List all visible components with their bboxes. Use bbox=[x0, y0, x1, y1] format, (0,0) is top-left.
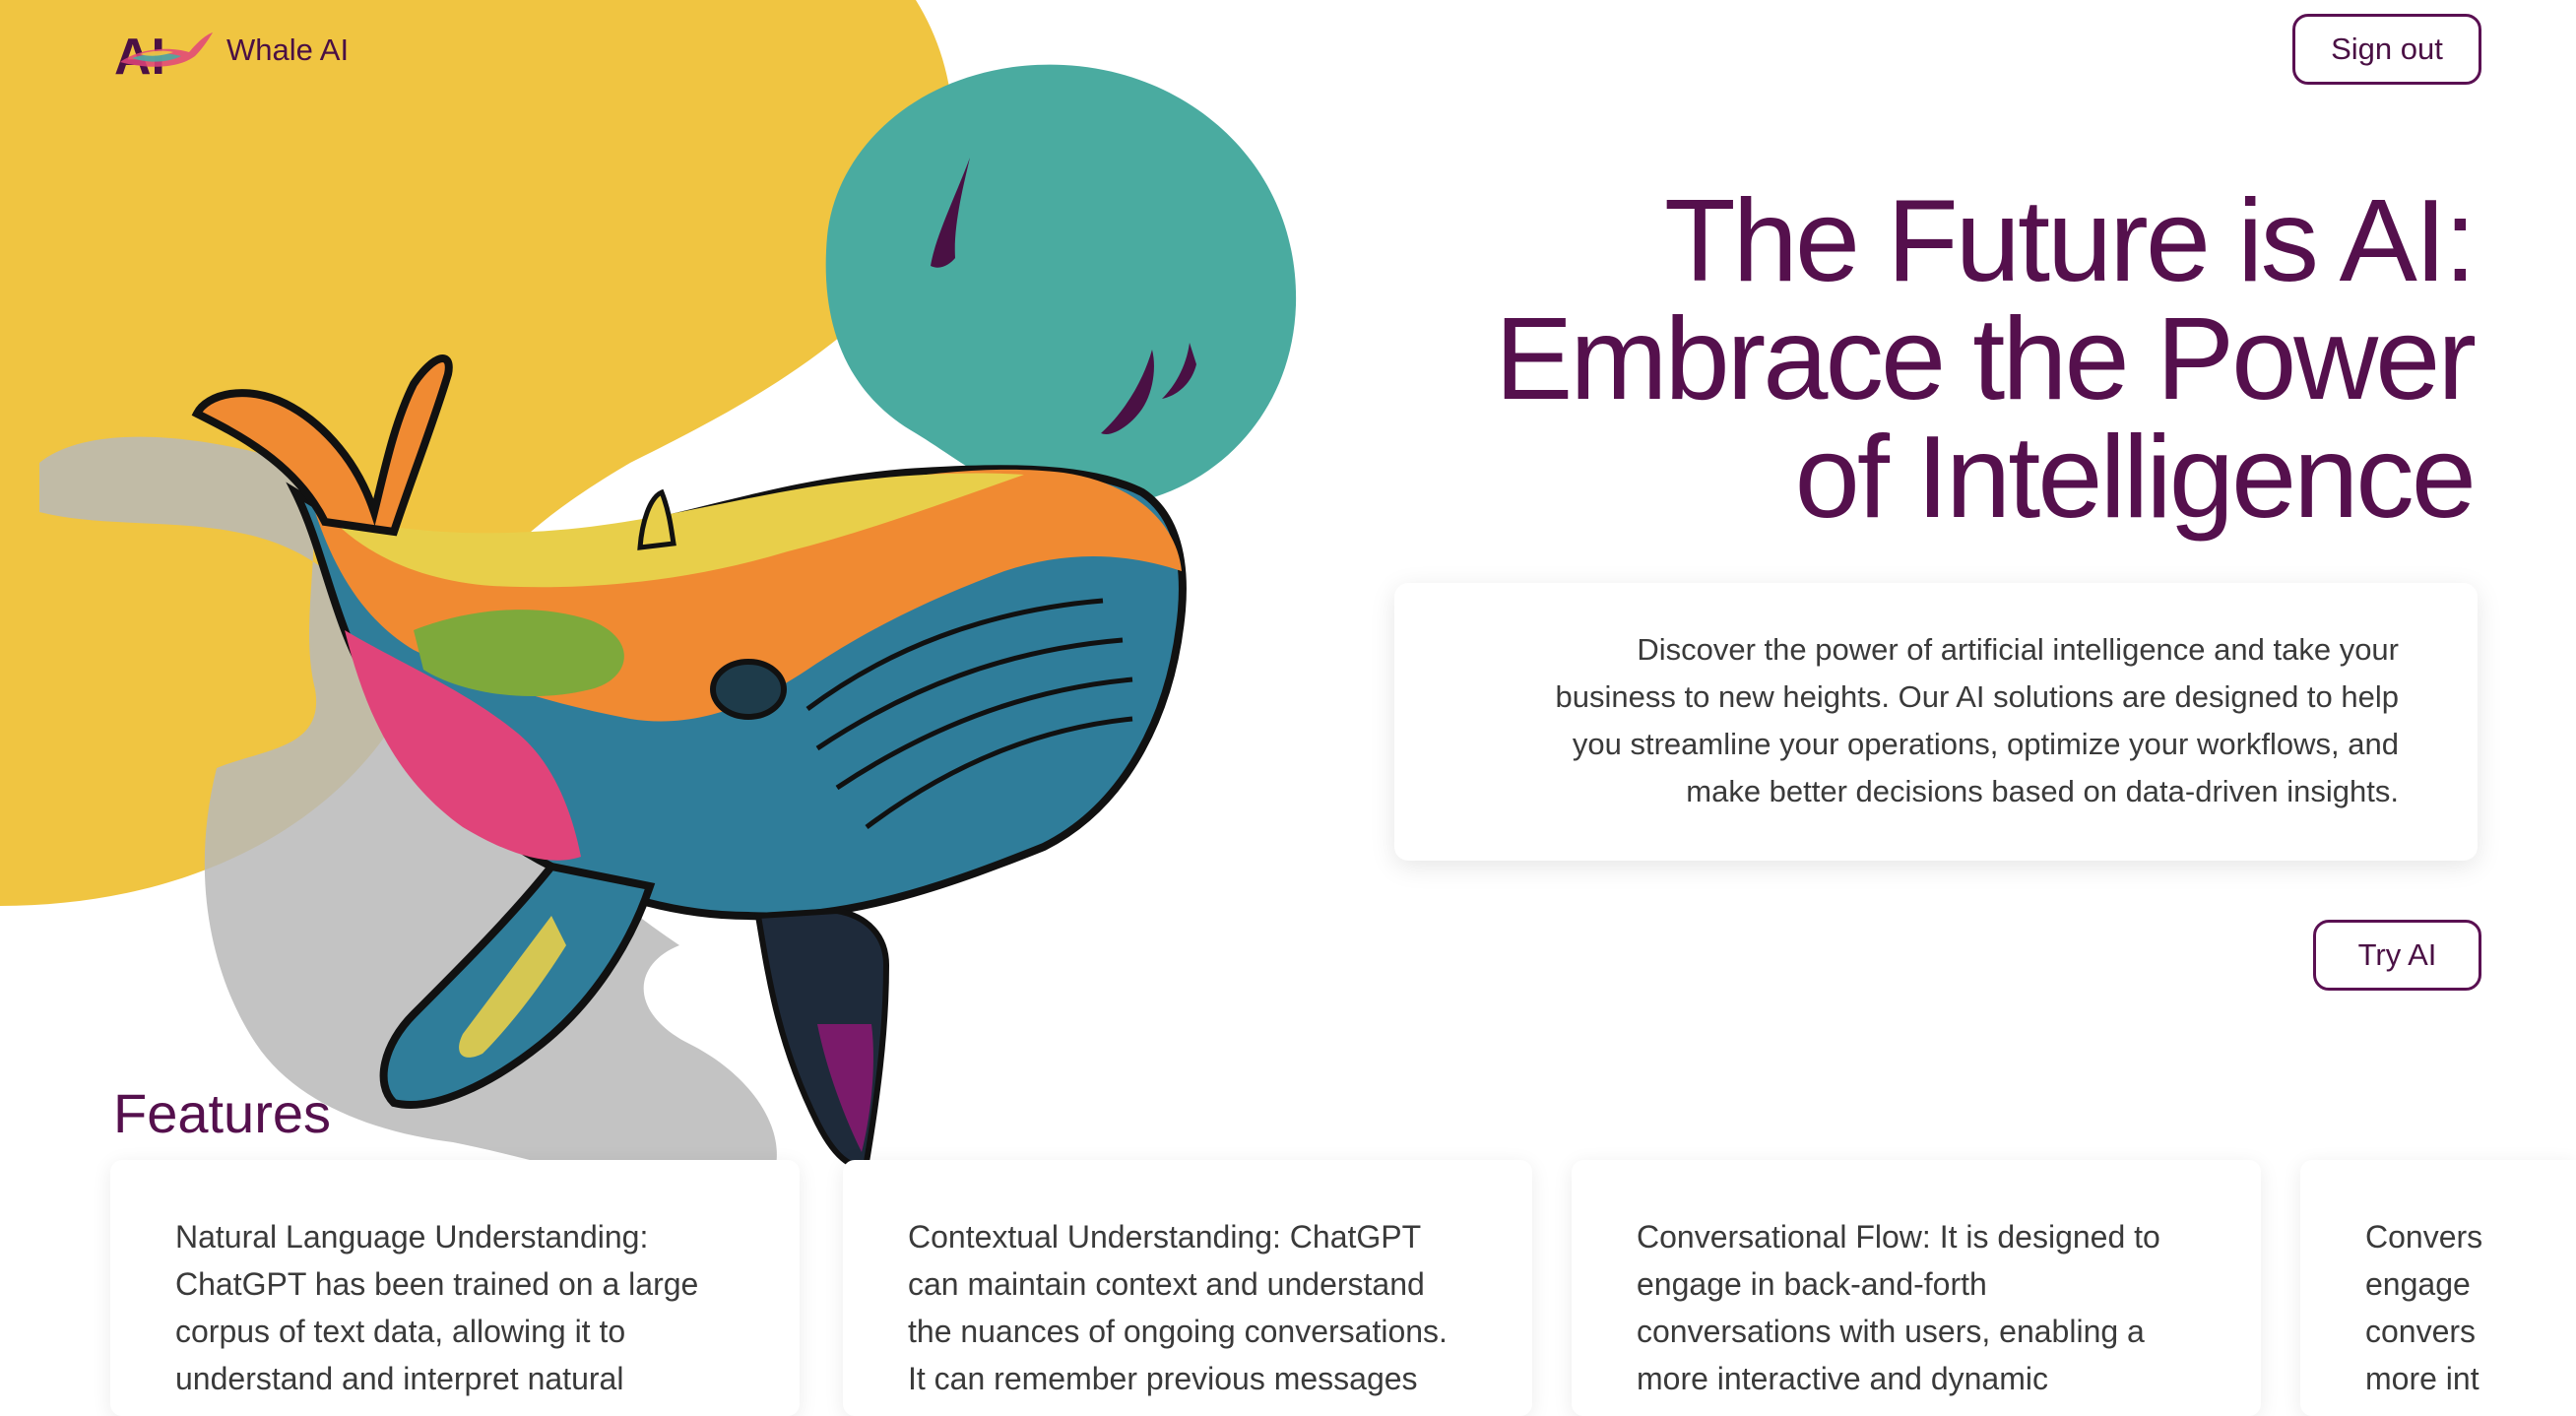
feature-text-line: It can remember previous messages bbox=[908, 1361, 1418, 1396]
feature-text-line: understand and interpret natural bbox=[175, 1361, 624, 1396]
description-line-2: business to new heights. Our AI solution… bbox=[1555, 679, 2399, 714]
sign-out-button[interactable]: Sign out bbox=[2292, 14, 2481, 85]
feature-text-line: Contextual Understanding: ChatGPT bbox=[908, 1219, 1422, 1255]
feature-text-line: convers bbox=[2365, 1314, 2477, 1349]
try-ai-button[interactable]: Try AI bbox=[2313, 920, 2481, 991]
feature-text-line: Conversational Flow: It is designed to bbox=[1637, 1219, 2160, 1255]
hero-headline: The Future is AI: Embrace the Power of I… bbox=[1292, 175, 2477, 543]
description-line-1: Discover the power of artificial intelli… bbox=[1637, 632, 2399, 667]
teal-blob bbox=[825, 64, 1297, 507]
headline-line-2: Embrace the Power bbox=[1494, 293, 2477, 424]
feature-text-line: engage bbox=[2365, 1266, 2471, 1302]
headline-line-3: of Intelligence bbox=[1794, 412, 2477, 543]
feature-card: Conversational Flow: It is designed to e… bbox=[1572, 1160, 2261, 1416]
whale-eye bbox=[710, 659, 787, 720]
description-line-4: make better decisions based on data-driv… bbox=[1686, 774, 2399, 808]
headline-line-1: The Future is AI: bbox=[1663, 175, 2477, 306]
description-line-3: you streamline your operations, optimize… bbox=[1572, 727, 2399, 761]
hero-whale-illustration bbox=[0, 0, 1297, 1211]
features-heading: Features bbox=[113, 1082, 331, 1144]
feature-card: Contextual Understanding: ChatGPT can ma… bbox=[843, 1160, 1532, 1416]
feature-text-line: Natural Language Understanding: bbox=[175, 1219, 649, 1255]
feature-text-line: more interactive and dynamic bbox=[1637, 1361, 2048, 1396]
feature-text-line: can maintain context and understand bbox=[908, 1266, 1425, 1302]
hero-description-card: Discover the power of artificial intelli… bbox=[1394, 583, 2478, 861]
whale-logo-icon: AI bbox=[114, 29, 213, 82]
feature-text-line: ChatGPT has been trained on a large bbox=[175, 1266, 699, 1302]
feature-text-line: more int bbox=[2365, 1361, 2479, 1396]
feature-card: Natural Language Understanding: ChatGPT … bbox=[110, 1160, 800, 1416]
feature-text-line: Convers bbox=[2365, 1219, 2483, 1255]
feature-text-line: engage in back-and-forth bbox=[1637, 1266, 1987, 1302]
brand-name: Whale AI bbox=[226, 32, 350, 67]
feature-text-line: conversations with users, enabling a bbox=[1637, 1314, 2145, 1349]
feature-card: Convers engage convers more int bbox=[2300, 1160, 2576, 1416]
feature-text-line: the nuances of ongoing conversations. bbox=[908, 1314, 1448, 1349]
brand[interactable]: AI Whale AI bbox=[110, 16, 349, 85]
feature-text-line: corpus of text data, allowing it to bbox=[175, 1314, 626, 1349]
